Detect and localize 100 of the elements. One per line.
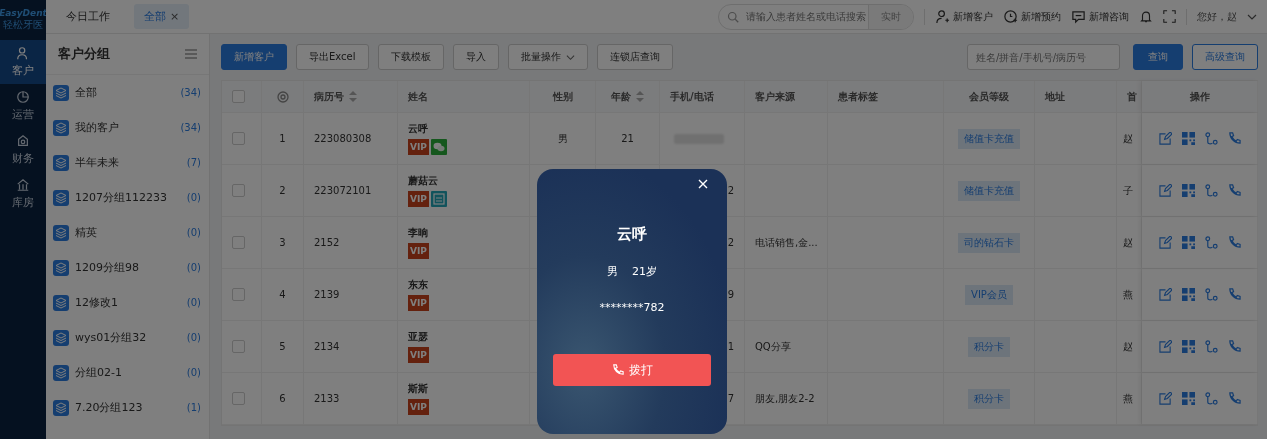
column-header: 患者标签 xyxy=(838,89,878,104)
row-checkbox[interactable] xyxy=(232,340,245,353)
patient-name[interactable]: 亚瑟 xyxy=(408,330,428,344)
sort-icon[interactable] xyxy=(349,91,357,102)
bell-icon[interactable] xyxy=(1139,9,1153,24)
chat-bubbles-icon xyxy=(430,139,447,155)
checkbox[interactable] xyxy=(232,90,245,103)
layers-icon xyxy=(53,189,69,206)
edit-icon[interactable] xyxy=(1158,288,1172,301)
row-checkbox[interactable] xyxy=(232,392,245,405)
group-item[interactable]: 7.20分组123 (1) xyxy=(46,390,209,425)
qr-code-icon[interactable] xyxy=(1181,288,1195,301)
table-cell: 5 xyxy=(279,341,286,352)
layers-icon xyxy=(53,119,69,136)
person-icon xyxy=(16,46,30,60)
phone-icon[interactable] xyxy=(1227,236,1241,249)
sidebar-title: 客户分组 xyxy=(58,45,110,63)
group-item[interactable]: 半年未来 (7) xyxy=(46,145,209,180)
edit-icon[interactable] xyxy=(1158,340,1172,353)
vip-badge: VIP xyxy=(408,139,429,155)
edit-icon[interactable] xyxy=(1158,132,1172,145)
route-icon[interactable] xyxy=(1204,287,1218,302)
group-item[interactable]: 精英 (0) xyxy=(46,215,209,250)
page-tab[interactable]: 全部 × xyxy=(134,4,190,29)
route-icon[interactable] xyxy=(1204,235,1218,250)
toolbar-button[interactable]: 连锁店查询 xyxy=(596,44,673,70)
row-checkbox[interactable] xyxy=(232,236,245,249)
patient-name[interactable]: 李晌 xyxy=(408,226,428,240)
phone-icon[interactable] xyxy=(1227,392,1241,405)
phone-icon[interactable] xyxy=(1227,340,1241,353)
row-checkbox[interactable] xyxy=(232,184,245,197)
header-action[interactable]: 新增预约 xyxy=(1003,9,1061,24)
toolbar-button[interactable]: 批量操作 xyxy=(507,44,588,70)
qr-code-icon[interactable] xyxy=(1181,392,1195,405)
group-item[interactable]: 1209分组98 (0) xyxy=(46,250,209,285)
qr-code-icon[interactable] xyxy=(1181,132,1195,145)
query-button[interactable]: 查询 xyxy=(1133,44,1183,70)
header-action[interactable]: 新增咨询 xyxy=(1071,9,1129,24)
toolbar-button[interactable]: 导出Excel xyxy=(296,44,369,70)
table-cell: 燕 xyxy=(1123,391,1133,406)
row-checkbox[interactable] xyxy=(232,132,245,145)
nav-item[interactable]: 库房 xyxy=(0,172,46,216)
group-item[interactable]: 12修改1 (0) xyxy=(46,285,209,320)
layers-icon xyxy=(53,329,69,346)
route-icon[interactable] xyxy=(1204,183,1218,198)
edit-icon[interactable] xyxy=(1158,184,1172,197)
column-header: 会员等级 xyxy=(969,89,1009,104)
qr-code-icon[interactable] xyxy=(1181,340,1195,353)
group-item[interactable]: 全部 (34) xyxy=(46,75,209,110)
route-icon[interactable] xyxy=(1204,131,1218,146)
patient-name[interactable]: 蘑菇云 xyxy=(408,174,438,188)
route-icon[interactable] xyxy=(1204,339,1218,354)
search-icon xyxy=(727,10,739,23)
qr-code-icon[interactable] xyxy=(1181,184,1195,197)
member-level-tag: 积分卡 xyxy=(968,388,1010,409)
toolbar-button[interactable]: 新增客户 xyxy=(221,44,287,70)
toolbar-button[interactable]: 下载模板 xyxy=(377,44,444,70)
close-icon[interactable] xyxy=(698,179,708,189)
layers-icon xyxy=(53,84,69,101)
fullscreen-icon[interactable] xyxy=(1163,10,1176,23)
group-item[interactable]: 分组02-1 (0) xyxy=(46,355,209,390)
member-level-tag: VIP会员 xyxy=(965,284,1013,305)
nav-item[interactable]: 客户 xyxy=(0,40,46,84)
patient-name[interactable]: 东东 xyxy=(408,278,428,292)
sort-icon[interactable] xyxy=(636,91,644,102)
chat-icon xyxy=(1071,9,1086,24)
advanced-query-button[interactable]: 高级查询 xyxy=(1192,44,1258,70)
phone-icon[interactable] xyxy=(1227,184,1241,197)
menu-icon[interactable] xyxy=(185,49,197,59)
edit-icon[interactable] xyxy=(1158,236,1172,249)
nav-item[interactable]: 财务 xyxy=(0,128,46,172)
table-cell: 赵 xyxy=(1123,235,1133,250)
table-cell: 4 xyxy=(279,289,286,300)
row-checkbox[interactable] xyxy=(232,288,245,301)
header-action[interactable]: 新增客户 xyxy=(935,9,993,24)
table-cell: QQ分享 xyxy=(755,339,791,354)
phone-icon[interactable] xyxy=(1227,132,1241,145)
patient-name[interactable]: 斯斯 xyxy=(408,382,428,396)
table-cell: 男 xyxy=(557,131,568,146)
table-cell: 赵 xyxy=(1123,131,1133,146)
dial-button[interactable]: 拨打 xyxy=(553,354,711,386)
vip-badge: VIP xyxy=(408,295,429,311)
group-item[interactable]: 我的客户 (34) xyxy=(46,110,209,145)
nav-item[interactable]: 运营 xyxy=(0,84,46,128)
route-icon[interactable] xyxy=(1204,391,1218,406)
table-cell: 2 xyxy=(279,185,286,196)
phone-icon[interactable] xyxy=(1227,288,1241,301)
group-item[interactable]: 1207分组112233 (0) xyxy=(46,180,209,215)
page-tab[interactable]: 今日工作 xyxy=(56,4,120,29)
group-item[interactable]: wys01分组32 (0) xyxy=(46,320,209,355)
column-header: 性别 xyxy=(552,89,573,104)
qr-code-icon[interactable] xyxy=(1181,236,1195,249)
edit-icon[interactable] xyxy=(1158,392,1172,405)
patient-name[interactable]: 云呼 xyxy=(408,122,428,136)
layers-icon xyxy=(53,294,69,311)
toolbar-button[interactable]: 导入 xyxy=(452,44,499,70)
settings-icon[interactable] xyxy=(276,90,289,103)
user-greeting[interactable]: 您好，赵 xyxy=(1197,9,1237,24)
column-header: 操作 xyxy=(1189,89,1210,104)
pie-chart-icon xyxy=(16,90,30,104)
